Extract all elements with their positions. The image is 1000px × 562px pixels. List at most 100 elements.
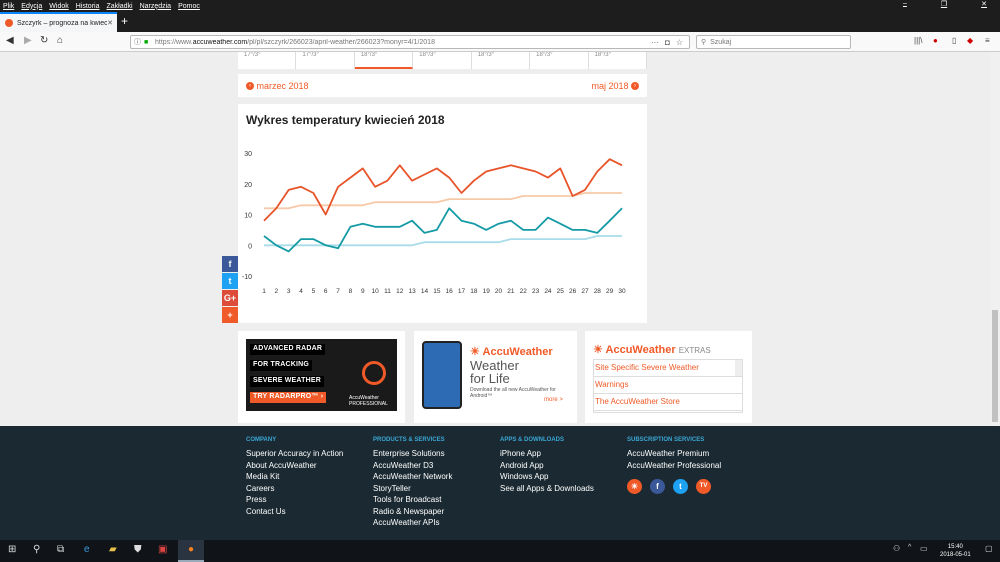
footer-link[interactable]: Media Kit	[246, 471, 343, 483]
browser-tab[interactable]: Szczyrk – prognoza na kwiecień ✕	[0, 12, 117, 32]
library-icon[interactable]: |||\	[914, 36, 922, 45]
footer-link[interactable]: AccuWeather Professional	[627, 460, 721, 472]
scrollbar-thumb[interactable]	[992, 310, 998, 422]
menu-icon[interactable]: ≡	[985, 36, 990, 45]
extras-link[interactable]: Site Specific Severe Weather	[594, 360, 742, 377]
store-icon[interactable]: ⛊	[134, 544, 142, 555]
page-actions-icon[interactable]: ···	[651, 38, 659, 47]
accuweather-icon[interactable]: ☀	[627, 479, 642, 494]
day-cell[interactable]: 18°/3°	[472, 52, 531, 69]
sidebar-icon[interactable]: ▯	[952, 36, 956, 45]
x-tick-label: 16	[446, 288, 454, 295]
day-cell[interactable]: 17°/3°	[238, 52, 297, 69]
home-icon[interactable]: ⌂	[57, 35, 63, 46]
edge-icon[interactable]: e	[84, 544, 90, 555]
footer-link[interactable]: Superior Accuracy in Action	[246, 448, 343, 460]
file-explorer-icon[interactable]: ▰	[109, 544, 117, 555]
clock[interactable]: 15:40 2018-05-01	[940, 543, 971, 559]
footer-link[interactable]: AccuWeather APIs	[373, 517, 452, 529]
menu-item-edycja[interactable]: Edycja	[21, 3, 42, 10]
ad-brand: AccuWeather PROFESSIONAL	[349, 395, 388, 407]
media-icon[interactable]: ▣	[158, 544, 167, 555]
menu-item-historia[interactable]: Historia	[76, 3, 100, 10]
day-cell[interactable]: 18°/3°	[530, 52, 589, 69]
footer-link[interactable]: AccuWeather Premium	[627, 448, 721, 460]
radarpro-ad[interactable]: ADVANCED RADAR FOR TRACKING SEVERE WEATH…	[238, 331, 405, 423]
page-scrollbar[interactable]	[990, 52, 1000, 426]
tray-chevron-icon[interactable]: ^	[908, 544, 911, 551]
footer-link[interactable]: Android App	[500, 460, 594, 472]
maximize-icon[interactable]: ❐	[941, 0, 947, 8]
tv-icon[interactable]: TV	[696, 479, 711, 494]
footer-link[interactable]: Tools for Broadcast	[373, 494, 452, 506]
x-tick-label: 27	[581, 288, 589, 295]
footer-link[interactable]: About AccuWeather	[246, 460, 343, 472]
back-icon[interactable]: ◀	[6, 35, 14, 46]
twitter-share-icon[interactable]: t	[222, 273, 238, 289]
url-bar[interactable]: ⓘ ■ https://www.accuweather.com/pl/pl/sz…	[130, 35, 690, 49]
facebook-icon[interactable]: f	[650, 479, 665, 494]
extras-link[interactable]: The AccuWeather Store	[594, 394, 742, 411]
task-view-icon[interactable]: ⧉	[57, 544, 64, 555]
firefox-icon[interactable]: ●	[178, 540, 204, 562]
window-controls: – ❐ ✕	[903, 0, 994, 8]
footer-heading: APPS & DOWNLOADS	[500, 437, 565, 443]
close-icon[interactable]: ✕	[981, 0, 987, 8]
x-tick-label: 6	[324, 288, 328, 295]
x-tick-label: 4	[299, 288, 303, 295]
footer-link[interactable]: Press	[246, 494, 343, 506]
new-tab-icon[interactable]: +	[121, 14, 128, 28]
menu-item-widok[interactable]: Widok	[49, 3, 68, 10]
android-app-ad[interactable]: ☀ AccuWeather Weather for Life Download t…	[414, 331, 577, 423]
ad-more-link[interactable]: more >	[544, 397, 563, 403]
more-share-icon[interactable]: +	[222, 307, 238, 323]
tab-close-icon[interactable]: ✕	[107, 19, 113, 27]
footer-link[interactable]: iPhone App	[500, 448, 594, 460]
search-taskbar-icon[interactable]: ⚲	[33, 544, 40, 555]
minimize-icon[interactable]: –	[903, 0, 907, 8]
extras-logo: ☀ AccuWeather EXTRAS	[593, 344, 711, 356]
footer-link[interactable]: StoryTeller	[373, 483, 452, 495]
search-input[interactable]: ⚲ Szukaj	[696, 35, 851, 49]
reload-icon[interactable]: ↻	[40, 35, 48, 46]
day-cell[interactable]: 17°/3°	[296, 52, 355, 69]
x-tick-label: 1	[262, 288, 266, 295]
network-icon[interactable]: ▭	[920, 544, 928, 553]
footer-link[interactable]: Windows App	[500, 471, 594, 483]
extension-icon[interactable]: ◆	[967, 36, 973, 45]
footer-link[interactable]: Radio & Newspaper	[373, 506, 452, 518]
menu-item-pomoc[interactable]: Pomoc	[178, 3, 200, 10]
url-text[interactable]: https://www.accuweather.com/pl/pl/szczyr…	[155, 39, 651, 46]
facebook-share-icon[interactable]: f	[222, 256, 238, 272]
twitter-icon[interactable]: t	[673, 479, 688, 494]
next-month-link[interactable]: maj 2018 ›	[591, 81, 639, 91]
info-icon[interactable]: ⓘ	[134, 37, 144, 47]
ad-logo: ☀ AccuWeather	[470, 346, 553, 358]
day-cell[interactable]: 18°/3°	[589, 52, 647, 69]
start-icon[interactable]: ⊞	[8, 544, 16, 555]
google-plus-share-icon[interactable]: G+	[222, 290, 238, 306]
footer-link[interactable]: AccuWeather Network	[373, 471, 452, 483]
extras-link[interactable]: Warnings	[594, 377, 742, 394]
pocket-icon[interactable]: ◘	[665, 38, 670, 47]
menu-item-plik[interactable]: Plik	[3, 3, 14, 10]
ad-line: FOR TRACKING	[250, 360, 313, 371]
notifications-icon[interactable]: ▢	[985, 544, 993, 553]
menu-item-narzedzia[interactable]: Narzędzia	[140, 3, 172, 10]
y-tick-label: -10	[242, 274, 252, 281]
bookmark-star-icon[interactable]: ☆	[676, 38, 683, 47]
forward-icon[interactable]: ▶	[24, 35, 32, 46]
menu-item-zakladki[interactable]: Zakładki	[106, 3, 132, 10]
footer-link[interactable]: Contact Us	[246, 506, 343, 518]
prev-month-link[interactable]: ‹ marzec 2018	[246, 81, 309, 91]
menu-bar: Plik Edycja Widok Historia Zakładki Narz…	[0, 0, 1000, 12]
footer-link[interactable]: AccuWeather D3	[373, 460, 452, 472]
people-icon[interactable]: ⚇	[893, 544, 900, 553]
day-cell-selected[interactable]: 18°/3°	[354, 52, 414, 69]
extras-scrollbar[interactable]	[735, 360, 742, 377]
footer-link[interactable]: See all Apps & Downloads	[500, 483, 594, 495]
day-cell[interactable]: 18°/3°	[413, 52, 472, 69]
adblock-icon[interactable]: ●	[933, 36, 938, 45]
footer-link[interactable]: Enterprise Solutions	[373, 448, 452, 460]
footer-link[interactable]: Careers	[246, 483, 343, 495]
